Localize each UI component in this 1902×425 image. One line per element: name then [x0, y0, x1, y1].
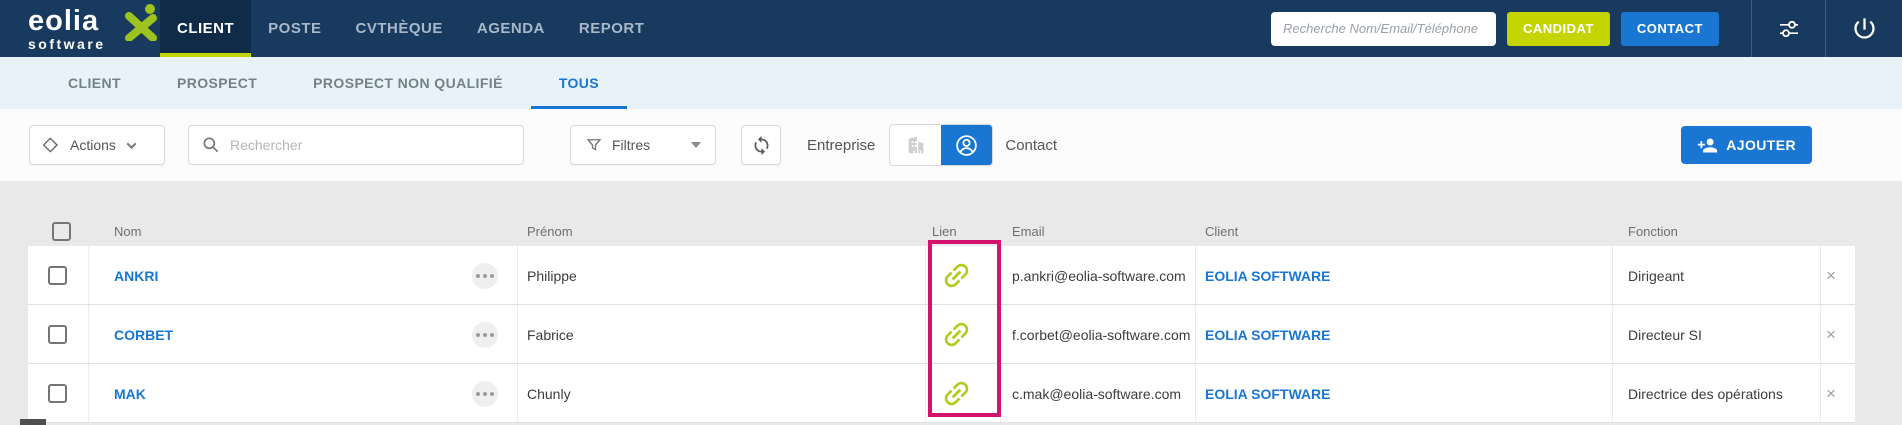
nav-item-agenda[interactable]: AGENDA — [460, 0, 562, 57]
header-email: Email — [1012, 224, 1045, 239]
delete-row-button[interactable]: × — [1826, 246, 1836, 305]
toolbar: Actions Filtres Entreprise — [0, 109, 1902, 181]
person-circle-icon — [956, 134, 978, 156]
nav-item-poste[interactable]: POSTE — [251, 0, 338, 57]
settings-sliders-button[interactable] — [1752, 0, 1825, 57]
row-checkbox[interactable] — [48, 266, 67, 285]
eolia-logo[interactable]: eolia software — [28, 3, 157, 52]
scrollbar-corner[interactable] — [20, 419, 46, 425]
row-checkbox[interactable] — [48, 384, 67, 403]
table-search-input[interactable] — [230, 137, 511, 153]
logout-power-button[interactable] — [1826, 0, 1902, 57]
tab-tous[interactable]: TOUS — [530, 57, 628, 109]
prenom-cell: Fabrice — [527, 326, 574, 343]
header-client: Client — [1205, 224, 1239, 239]
lien-cell[interactable] — [940, 364, 973, 423]
row-checkbox[interactable] — [48, 325, 67, 344]
top-navbar: eolia software CLIENT POSTE CVTHÈQUE AGE… — [0, 0, 1902, 57]
toggle-contact-segment[interactable] — [941, 125, 993, 165]
header-lien: Lien — [932, 224, 957, 239]
nom-link[interactable]: CORBET — [114, 305, 173, 364]
caret-down-icon — [691, 142, 701, 148]
table-header: Nom Prénom Lien Email Client Fonction — [28, 222, 1855, 246]
nav-item-client[interactable]: CLIENT — [160, 0, 252, 57]
page: eolia software CLIENT POSTE CVTHÈQUE AGE… — [0, 0, 1902, 425]
more-options-button[interactable] — [472, 263, 498, 289]
table-search-box — [188, 125, 524, 165]
chevron-down-icon — [126, 138, 137, 149]
actions-label: Actions — [70, 137, 116, 153]
header-prenom: Prénom — [527, 224, 573, 239]
actions-dropdown-button[interactable]: Actions — [29, 125, 165, 165]
filter-funnel-icon — [586, 139, 602, 151]
more-options-button[interactable] — [472, 381, 498, 407]
delete-row-button[interactable]: × — [1826, 364, 1836, 423]
prenom-cell: Chunly — [527, 385, 571, 402]
filtres-dropdown-button[interactable]: Filtres — [570, 125, 716, 165]
email-cell: c.mak@eolia-software.com — [1012, 385, 1182, 402]
power-icon — [1853, 18, 1875, 39]
nom-link[interactable]: ANKRI — [114, 246, 158, 305]
entreprise-contact-toggle[interactable] — [889, 124, 994, 166]
building-icon — [908, 136, 924, 154]
actions-diamond-icon — [42, 137, 58, 153]
link-chain-icon — [944, 263, 969, 288]
delete-row-button[interactable]: × — [1826, 305, 1836, 364]
select-all-checkbox[interactable] — [52, 222, 71, 241]
contact-button[interactable]: CONTACT — [1620, 11, 1719, 46]
client-link[interactable]: EOLIA SOFTWARE — [1205, 246, 1330, 305]
client-link[interactable]: EOLIA SOFTWARE — [1205, 305, 1330, 364]
filtres-label: Filtres — [612, 137, 651, 153]
fonction-cell: Directrice des opérations — [1628, 385, 1783, 402]
refresh-button[interactable] — [741, 125, 781, 165]
search-icon — [203, 137, 219, 153]
table-row: ANKRI Philippe p.ankri@eolia-software.co… — [28, 246, 1855, 305]
settings-sliders-icon — [1779, 20, 1798, 37]
header-fonction: Fonction — [1628, 224, 1678, 239]
email-cell: p.ankri@eolia-software.com — [1012, 267, 1186, 284]
tab-prospect-non-qualifie[interactable]: PROSPECT NON QUALIFIÉ — [285, 57, 531, 109]
fonction-cell: Directeur SI — [1628, 326, 1702, 343]
contact-toggle-label: Contact — [1005, 136, 1058, 154]
lien-cell[interactable] — [940, 246, 973, 305]
header-nom: Nom — [114, 224, 142, 239]
refresh-icon — [754, 135, 768, 155]
contacts-table: Nom Prénom Lien Email Client Fonction AN… — [28, 222, 1855, 423]
link-chain-icon — [944, 322, 969, 347]
candidat-button[interactable]: CANDIDAT — [1506, 11, 1610, 46]
nav-item-cvtheque[interactable]: CVTHÈQUE — [339, 0, 460, 57]
logo-text-eolia: eolia — [28, 4, 100, 37]
global-search-input[interactable] — [1270, 11, 1496, 46]
prenom-cell: Philippe — [527, 267, 577, 284]
table-row: MAK Chunly c.mak@eolia-software.com EOLI… — [28, 364, 1855, 423]
nav-item-report[interactable]: REPORT — [562, 0, 662, 57]
entreprise-toggle-label: Entreprise — [807, 136, 876, 154]
fonction-cell: Dirigeant — [1628, 267, 1685, 284]
ajouter-button[interactable]: AJOUTER — [1681, 126, 1812, 164]
client-filter-tabs: CLIENT PROSPECT PROSPECT NON QUALIFIÉ TO… — [0, 57, 1902, 109]
client-link[interactable]: EOLIA SOFTWARE — [1205, 364, 1330, 423]
ajouter-label: AJOUTER — [1726, 137, 1796, 153]
tab-prospect[interactable]: PROSPECT — [149, 57, 285, 109]
table-row: CORBET Fabrice f.corbet@eolia-software.c… — [28, 305, 1855, 364]
logo-text-software: software — [28, 35, 106, 52]
tab-client[interactable]: CLIENT — [40, 57, 149, 109]
link-chain-icon — [944, 381, 969, 406]
lien-cell[interactable] — [940, 305, 973, 364]
logo-x-figure-icon — [125, 3, 157, 41]
toggle-entreprise-segment[interactable] — [890, 125, 941, 165]
more-options-button[interactable] — [472, 322, 498, 348]
email-cell: f.corbet@eolia-software.com — [1012, 326, 1191, 343]
add-person-icon — [1698, 138, 1718, 152]
main-menu: CLIENT POSTE CVTHÈQUE AGENDA REPORT — [160, 0, 661, 57]
nom-link[interactable]: MAK — [114, 364, 146, 423]
